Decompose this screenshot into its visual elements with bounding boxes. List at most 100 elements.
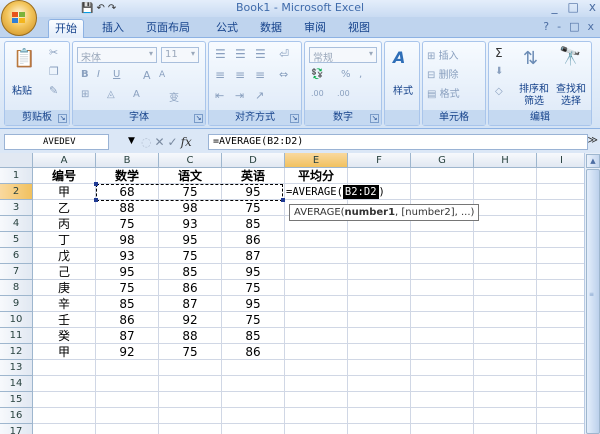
cut-icon[interactable]: ✂ <box>49 46 58 59</box>
tab-data[interactable]: 数据 <box>254 19 288 38</box>
cell-a8[interactable]: 庚 <box>33 280 96 296</box>
cell-c9[interactable]: 87 <box>159 296 222 312</box>
column-header-h[interactable]: H <box>474 153 537 168</box>
cell-i7[interactable] <box>537 264 584 280</box>
cell-d7[interactable]: 95 <box>222 264 285 280</box>
cell-d15[interactable] <box>222 392 285 408</box>
cell-i12[interactable] <box>537 344 584 360</box>
cell-e17[interactable] <box>285 424 348 434</box>
cell-a16[interactable] <box>33 408 96 424</box>
tab-formulas[interactable]: 公式 <box>210 19 244 38</box>
name-box[interactable]: AVEDEV <box>4 134 109 150</box>
cell-c12[interactable]: 75 <box>159 344 222 360</box>
cell-g5[interactable] <box>411 232 474 248</box>
cell-i5[interactable] <box>537 232 584 248</box>
column-header-f[interactable]: F <box>348 153 411 168</box>
tab-view[interactable]: 视图 <box>342 19 376 38</box>
cell-h2[interactable] <box>474 184 537 200</box>
cell-d11[interactable]: 85 <box>222 328 285 344</box>
paste-icon[interactable]: 📋 <box>13 48 35 69</box>
cell-g13[interactable] <box>411 360 474 376</box>
cell-i11[interactable] <box>537 328 584 344</box>
filter-label[interactable]: 筛选 <box>517 92 551 107</box>
cell-h9[interactable] <box>474 296 537 312</box>
phonetic-button[interactable]: 变 <box>169 89 179 104</box>
cell-d1[interactable]: 英语 <box>222 168 285 184</box>
cell-e10[interactable] <box>285 312 348 328</box>
cell-a1[interactable]: 编号 <box>33 168 96 184</box>
row-header-16[interactable]: 16 <box>0 408 33 424</box>
align-center-icon[interactable]: ≡ <box>235 68 245 82</box>
column-header-a[interactable]: A <box>33 153 96 168</box>
cell-f15[interactable] <box>348 392 411 408</box>
tab-insert[interactable]: 插入 <box>96 19 130 38</box>
row-header-13[interactable]: 13 <box>0 360 33 376</box>
cell-f6[interactable] <box>348 248 411 264</box>
range-handle[interactable] <box>94 182 98 186</box>
row-header-17[interactable]: 17 <box>0 424 33 434</box>
active-cell-e2[interactable]: =AVERAGE(B2:D2) <box>285 184 385 200</box>
orientation-icon[interactable]: ↗ <box>255 89 264 102</box>
cell-d2[interactable]: 95 <box>222 184 285 200</box>
cell-i10[interactable] <box>537 312 584 328</box>
font-color-icon[interactable]: A <box>133 89 140 100</box>
cell-a17[interactable] <box>33 424 96 434</box>
row-header-8[interactable]: 8 <box>0 280 33 296</box>
percent-button[interactable]: % <box>341 69 351 80</box>
help-icon[interactable]: ? <box>543 20 549 33</box>
select-label[interactable]: 选择 <box>553 92 589 107</box>
cell-i16[interactable] <box>537 408 584 424</box>
cell-b4[interactable]: 75 <box>96 216 159 232</box>
cell-h17[interactable] <box>474 424 537 434</box>
row-header-6[interactable]: 6 <box>0 248 33 264</box>
cell-i6[interactable] <box>537 248 584 264</box>
cell-d3[interactable]: 75 <box>222 200 285 216</box>
row-header-5[interactable]: 5 <box>0 232 33 248</box>
vertical-scrollbar[interactable]: ▲ ≡ <box>584 153 600 434</box>
cell-a15[interactable] <box>33 392 96 408</box>
worksheet-grid[interactable]: ABCDEFGHI 1 2 3 4 5 6 7 8 9 10 11 12 13 14 15 16 17 编号 数学… <box>0 153 584 434</box>
underline-button[interactable]: U <box>113 69 120 80</box>
formula-input[interactable]: =AVERAGE(B2:D2) <box>208 134 588 150</box>
cell-e14[interactable] <box>285 376 348 392</box>
cell-h6[interactable] <box>474 248 537 264</box>
cell-h16[interactable] <box>474 408 537 424</box>
decrease-indent-icon[interactable]: ⇤ <box>215 89 224 102</box>
row-header-11[interactable]: 11 <box>0 328 33 344</box>
cell-b9[interactable]: 85 <box>96 296 159 312</box>
cell-i17[interactable] <box>537 424 584 434</box>
cell-f8[interactable] <box>348 280 411 296</box>
cell-g17[interactable] <box>411 424 474 434</box>
cell-f2[interactable] <box>348 184 411 200</box>
cell-i4[interactable] <box>537 216 584 232</box>
paste-button-label[interactable]: 粘贴 <box>9 82 35 97</box>
cell-b6[interactable]: 93 <box>96 248 159 264</box>
cell-i2[interactable] <box>537 184 584 200</box>
office-button[interactable] <box>1 0 37 36</box>
cell-f14[interactable] <box>348 376 411 392</box>
column-header-i[interactable]: I <box>537 153 584 168</box>
cell-c11[interactable]: 88 <box>159 328 222 344</box>
save-icon[interactable]: 💾 <box>81 3 93 14</box>
font-launcher-icon[interactable]: ↘ <box>194 114 203 123</box>
cell-c2[interactable]: 75 <box>159 184 222 200</box>
cell-f7[interactable] <box>348 264 411 280</box>
cell-g12[interactable] <box>411 344 474 360</box>
cell-a3[interactable]: 乙 <box>33 200 96 216</box>
cell-b11[interactable]: 87 <box>96 328 159 344</box>
cell-a4[interactable]: 丙 <box>33 216 96 232</box>
cell-e16[interactable] <box>285 408 348 424</box>
chevron-down-icon[interactable]: ▼ <box>128 136 135 146</box>
font-name-select[interactable]: 宋体 ▾ <box>77 47 157 64</box>
cell-d4[interactable]: 85 <box>222 216 285 232</box>
cell-a10[interactable]: 壬 <box>33 312 96 328</box>
cell-b1[interactable]: 数学 <box>96 168 159 184</box>
cell-c14[interactable] <box>159 376 222 392</box>
tooltip-arg-current[interactable]: number1 <box>345 207 396 218</box>
cell-d9[interactable]: 95 <box>222 296 285 312</box>
cell-a2[interactable]: 甲 <box>33 184 96 200</box>
cell-i15[interactable] <box>537 392 584 408</box>
cell-d10[interactable]: 75 <box>222 312 285 328</box>
cell-g9[interactable] <box>411 296 474 312</box>
bold-button[interactable]: B <box>81 69 89 80</box>
